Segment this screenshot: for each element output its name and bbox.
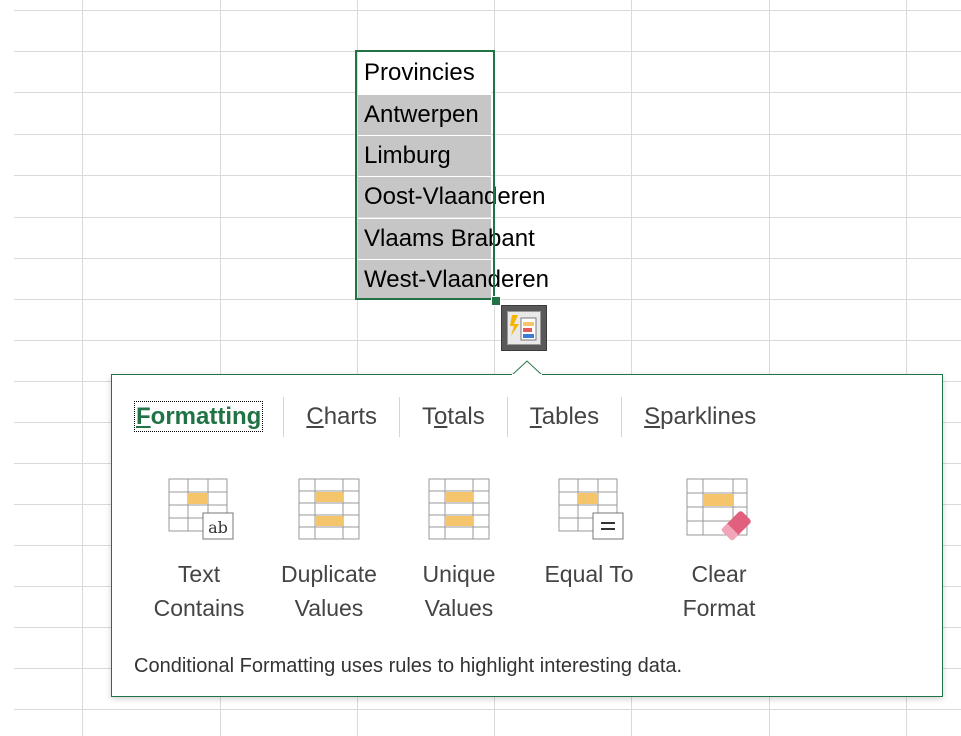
cell-row[interactable]: Antwerpen [358, 95, 491, 135]
cell-header[interactable]: Provincies [358, 53, 491, 93]
equal-to-button[interactable]: Equal To [524, 475, 654, 625]
cell-row[interactable]: Limburg [358, 136, 491, 176]
cell-text: Provincies [364, 59, 475, 86]
equal-to-icon [553, 475, 625, 547]
panel-description: Conditional Formatting uses rules to hig… [134, 655, 683, 677]
cell-text: Vlaams Brabant [364, 225, 535, 252]
tab-label-rest: harts [323, 403, 378, 430]
fill-handle[interactable] [491, 296, 501, 306]
cell-row[interactable]: West-Vlaanderen [358, 260, 549, 300]
tab-totals[interactable]: Totals [400, 397, 507, 437]
cell-text: Antwerpen [364, 101, 479, 128]
tool-label: Text Contains [153, 561, 245, 621]
quick-analysis-button[interactable] [501, 305, 547, 351]
tool-label: Unique Values [422, 561, 496, 621]
tab-formatting[interactable]: Formatting [133, 397, 283, 437]
cell-row[interactable]: Vlaams Brabant [358, 219, 535, 259]
tab-label-rest: ormatting [150, 403, 262, 430]
quick-analysis-panel: Formatting Charts Totals Tables Sparklin… [111, 374, 943, 697]
clear-format-icon [683, 475, 755, 547]
tab-sparklines[interactable]: Sparklines [622, 397, 778, 437]
tab-tables[interactable]: Tables [508, 397, 621, 437]
unique-values-button[interactable]: Unique Values [394, 475, 524, 625]
tab-label-rest: parklines [660, 403, 757, 430]
tab-charts[interactable]: Charts [284, 397, 399, 437]
text-contains-icon: ab [163, 475, 235, 547]
clear-format-button[interactable]: Clear Format [654, 475, 784, 625]
quick-analysis-icon [507, 311, 541, 345]
text-contains-button[interactable]: ab Text Contains [134, 475, 264, 625]
tab-label-prefix: T [422, 403, 435, 430]
cell-text: Oost-Vlaanderen [364, 183, 546, 210]
tool-label: Duplicate Values [281, 561, 377, 621]
svg-text:ab: ab [208, 518, 228, 537]
tab-label-rest: tals [447, 403, 485, 430]
tab-label-rest: ables [541, 403, 600, 430]
duplicate-values-icon [293, 475, 365, 547]
formatting-tools: ab Text Contains Duplicate Values Unique… [134, 475, 784, 625]
panel-pointer [512, 360, 542, 376]
duplicate-values-button[interactable]: Duplicate Values [264, 475, 394, 625]
unique-values-icon [423, 475, 495, 547]
tool-label: Clear Format [682, 561, 756, 621]
cell-text: West-Vlaanderen [364, 266, 549, 293]
cell-text: Limburg [364, 142, 451, 169]
panel-tabs: Formatting Charts Totals Tables Sparklin… [133, 397, 778, 437]
cell-row[interactable]: Oost-Vlaanderen [358, 177, 545, 217]
tool-label: Equal To [544, 561, 634, 587]
